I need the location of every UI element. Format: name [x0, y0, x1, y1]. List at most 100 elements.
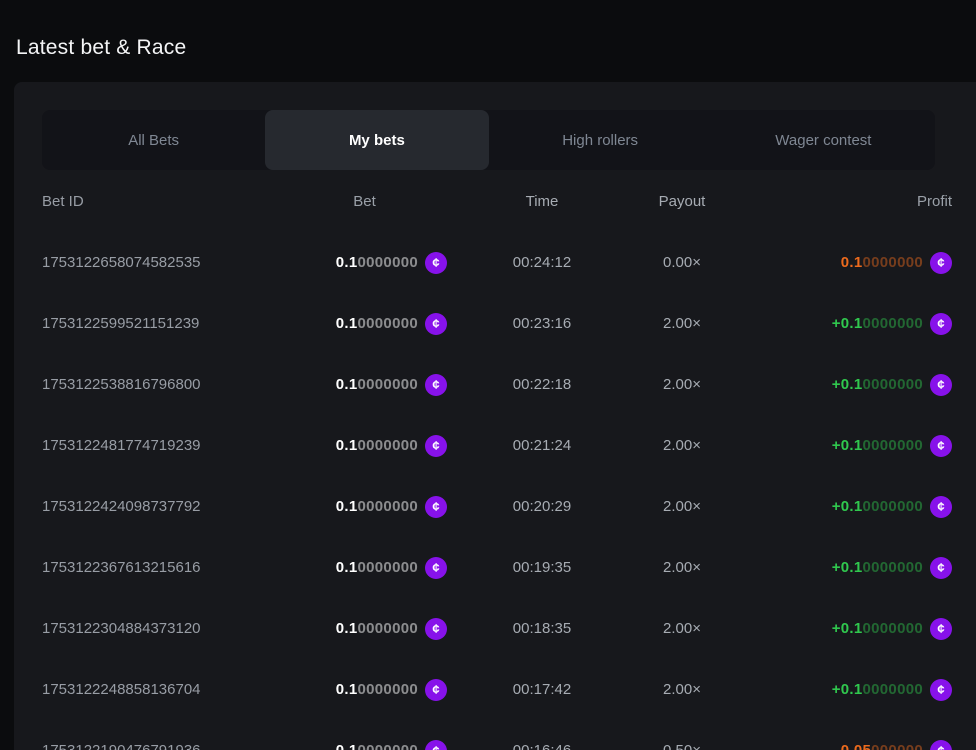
bet-amount-zeros: 0000000	[358, 559, 419, 576]
tab-label: My bets	[349, 132, 405, 149]
profit-main: +0.1	[832, 559, 863, 576]
page-title: Latest bet & Race	[16, 36, 186, 60]
bet-time: 00:24:12	[447, 254, 637, 271]
profit-zeros: 0000000	[863, 376, 924, 393]
bet-profit: 0.05000000 ¢	[727, 740, 952, 750]
profit-zeros: 0000000	[863, 620, 924, 637]
table-row[interactable]: 1753122424098737792 0.10000000 ¢ 00:20:2…	[14, 476, 976, 537]
profit-zeros: 0000000	[863, 254, 924, 271]
header-bet: Bet	[282, 193, 447, 210]
coin-icon: ¢	[425, 679, 447, 701]
coin-icon: ¢	[425, 374, 447, 396]
profit-main: +0.1	[832, 498, 863, 515]
profit-main: +0.1	[832, 376, 863, 393]
bet-amount-main: 0.1	[336, 620, 358, 637]
bet-amount-main: 0.1	[336, 498, 358, 515]
table-row[interactable]: 1753122190476791936 0.10000000 ¢ 00:16:4…	[14, 720, 976, 750]
tab-label: All Bets	[128, 132, 179, 149]
bet-amount-main: 0.1	[336, 254, 358, 271]
bet-amount: 0.10000000 ¢	[282, 374, 447, 396]
bet-amount-main: 0.1	[336, 559, 358, 576]
coin-icon: ¢	[930, 374, 952, 396]
tab-label: High rollers	[562, 132, 638, 149]
bet-amount-zeros: 0000000	[358, 254, 419, 271]
bet-profit: 0.10000000 ¢	[727, 252, 952, 274]
profit-zeros: 0000000	[863, 315, 924, 332]
profit-main: 0.05	[841, 742, 871, 750]
bet-amount-main: 0.1	[336, 376, 358, 393]
bet-amount-zeros: 0000000	[358, 437, 419, 454]
bet-id: 1753122424098737792	[42, 498, 282, 515]
bet-payout: 2.00×	[637, 315, 727, 332]
bet-profit: +0.10000000 ¢	[727, 435, 952, 457]
coin-icon: ¢	[930, 313, 952, 335]
bet-profit: +0.10000000 ¢	[727, 557, 952, 579]
coin-icon: ¢	[930, 252, 952, 274]
bet-amount-zeros: 0000000	[358, 315, 419, 332]
tab-wager-contest[interactable]: Wager contest	[712, 110, 935, 170]
profit-zeros: 0000000	[863, 437, 924, 454]
profit-main: +0.1	[832, 315, 863, 332]
bet-payout: 2.00×	[637, 498, 727, 515]
bet-amount: 0.10000000 ¢	[282, 618, 447, 640]
bet-time: 00:20:29	[447, 498, 637, 515]
bet-profit: +0.10000000 ¢	[727, 313, 952, 335]
coin-icon: ¢	[425, 435, 447, 457]
profit-main: +0.1	[832, 437, 863, 454]
bet-payout: 2.00×	[637, 681, 727, 698]
table-row[interactable]: 1753122304884373120 0.10000000 ¢ 00:18:3…	[14, 598, 976, 659]
bet-amount-zeros: 0000000	[358, 498, 419, 515]
bet-id: 1753122248858136704	[42, 681, 282, 698]
bet-profit: +0.10000000 ¢	[727, 679, 952, 701]
bet-id: 1753122304884373120	[42, 620, 282, 637]
table-row[interactable]: 1753122599521151239 0.10000000 ¢ 00:23:1…	[14, 293, 976, 354]
bet-amount-main: 0.1	[336, 681, 358, 698]
table-row[interactable]: 1753122538816796800 0.10000000 ¢ 00:22:1…	[14, 354, 976, 415]
table-row[interactable]: 1753122658074582535 0.10000000 ¢ 00:24:1…	[14, 232, 976, 293]
bet-time: 00:19:35	[447, 559, 637, 576]
header-time: Time	[447, 193, 637, 210]
bets-tabbar: All Bets My bets High rollers Wager cont…	[42, 110, 935, 170]
tab-high-rollers[interactable]: High rollers	[489, 110, 712, 170]
coin-icon: ¢	[425, 252, 447, 274]
table-row[interactable]: 1753122367613215616 0.10000000 ¢ 00:19:3…	[14, 537, 976, 598]
coin-icon: ¢	[425, 618, 447, 640]
bet-amount: 0.10000000 ¢	[282, 557, 447, 579]
coin-icon: ¢	[930, 435, 952, 457]
profit-zeros: 0000000	[863, 498, 924, 515]
coin-icon: ¢	[930, 679, 952, 701]
tab-all-bets[interactable]: All Bets	[42, 110, 265, 170]
bet-amount: 0.10000000 ¢	[282, 435, 447, 457]
coin-icon: ¢	[930, 496, 952, 518]
bet-amount: 0.10000000 ¢	[282, 313, 447, 335]
bet-amount-main: 0.1	[336, 315, 358, 332]
bet-profit: +0.10000000 ¢	[727, 496, 952, 518]
bet-amount: 0.10000000 ¢	[282, 679, 447, 701]
profit-main: 0.1	[841, 254, 863, 271]
table-row[interactable]: 1753122248858136704 0.10000000 ¢ 00:17:4…	[14, 659, 976, 720]
bet-time: 00:18:35	[447, 620, 637, 637]
bet-id: 1753122658074582535	[42, 254, 282, 271]
bet-id: 1753122367613215616	[42, 559, 282, 576]
bet-payout: 0.50×	[637, 742, 727, 750]
coin-icon: ¢	[425, 496, 447, 518]
profit-zeros: 0000000	[863, 681, 924, 698]
bet-amount-main: 0.1	[336, 437, 358, 454]
bet-amount-zeros: 0000000	[358, 681, 419, 698]
profit-zeros: 000000	[871, 742, 923, 750]
bet-profit: +0.10000000 ¢	[727, 374, 952, 396]
bet-amount-zeros: 0000000	[358, 620, 419, 637]
tab-my-bets[interactable]: My bets	[265, 110, 488, 170]
bet-id: 1753122538816796800	[42, 376, 282, 393]
bet-amount: 0.10000000 ¢	[282, 740, 447, 750]
coin-icon: ¢	[930, 740, 952, 750]
bet-amount-zeros: 0000000	[358, 742, 419, 750]
coin-icon: ¢	[425, 740, 447, 750]
header-payout: Payout	[637, 193, 727, 210]
bet-time: 00:23:16	[447, 315, 637, 332]
table-row[interactable]: 1753122481774719239 0.10000000 ¢ 00:21:2…	[14, 415, 976, 476]
bet-payout: 2.00×	[637, 559, 727, 576]
coin-icon: ¢	[425, 313, 447, 335]
table-header-row: Bet ID Bet Time Payout Profit	[14, 170, 976, 232]
bet-time: 00:16:46	[447, 742, 637, 750]
